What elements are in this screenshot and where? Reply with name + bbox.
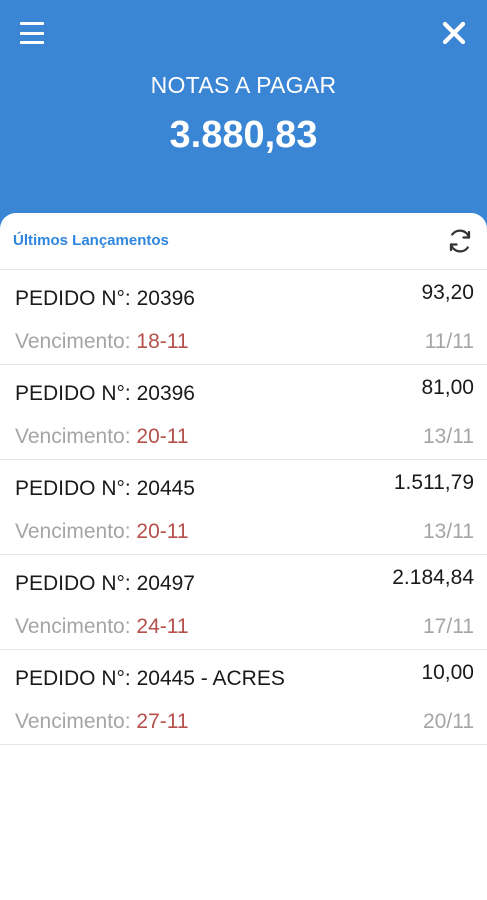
order-amount: 93,20: [421, 281, 474, 304]
due-date: 20-11: [136, 520, 189, 543]
entry-date: 20/11: [423, 710, 474, 733]
order-amount: 10,00: [421, 661, 474, 684]
due-date: 18-11: [136, 330, 189, 353]
list-title: Últimos Lançamentos: [13, 232, 169, 249]
menu-icon-bar: [20, 41, 44, 44]
entry-date: 13/11: [423, 425, 474, 448]
due-info: Vencimento: 27-11: [15, 710, 189, 734]
due-info: Vencimento: 20-11: [15, 425, 189, 449]
entry-date: 11/11: [424, 330, 474, 353]
refresh-icon[interactable]: [445, 226, 475, 256]
entries-card: Últimos Lançamentos PEDIDO N°: 20396 93,…: [0, 213, 487, 900]
page-title: NOTAS A PAGAR: [150, 72, 337, 98]
due-label: Vencimento:: [15, 330, 137, 353]
order-amount: 2.184,84: [392, 566, 474, 589]
list-header: Últimos Lançamentos: [0, 213, 487, 270]
entry-date: 17/11: [423, 615, 474, 638]
due-info: Vencimento: 18-11: [15, 330, 189, 354]
order-amount: 81,00: [421, 376, 474, 399]
due-label: Vencimento:: [15, 710, 137, 733]
menu-icon-bar: [20, 22, 44, 25]
order-amount: 1.511,79: [393, 471, 474, 494]
list-item[interactable]: PEDIDO N°: 20497 2.184,84 Vencimento: 24…: [0, 555, 487, 650]
due-date: 20-11: [136, 425, 189, 448]
header: NOTAS A PAGAR 3.880,83: [0, 0, 487, 240]
order-number: PEDIDO N°: 20396: [15, 382, 195, 405]
list-item[interactable]: PEDIDO N°: 20396 81,00 Vencimento: 20-11…: [0, 365, 487, 460]
due-date: 24-11: [136, 615, 189, 638]
order-number: PEDIDO N°: 20445: [15, 477, 195, 500]
total-amount: 3.880,83: [169, 114, 318, 156]
order-number: PEDIDO N°: 20445 - ACRES: [15, 667, 285, 690]
due-info: Vencimento: 24-11: [15, 615, 189, 639]
due-label: Vencimento:: [15, 425, 137, 448]
list-item[interactable]: PEDIDO N°: 20445 - ACRES 10,00 Venciment…: [0, 650, 487, 745]
due-label: Vencimento:: [15, 520, 137, 543]
entry-date: 13/11: [423, 520, 474, 543]
list-item[interactable]: PEDIDO N°: 20445 1.511,79 Vencimento: 20…: [0, 460, 487, 555]
order-number: PEDIDO N°: 20497: [15, 572, 195, 595]
menu-icon[interactable]: [20, 22, 44, 44]
due-label: Vencimento:: [15, 615, 137, 638]
due-date: 27-11: [136, 710, 189, 733]
due-info: Vencimento: 20-11: [15, 520, 189, 544]
menu-icon-bar: [20, 31, 44, 35]
order-number: PEDIDO N°: 20396: [15, 287, 195, 310]
list-item[interactable]: PEDIDO N°: 20396 93,20 Vencimento: 18-11…: [0, 270, 487, 365]
close-icon[interactable]: [441, 20, 467, 46]
